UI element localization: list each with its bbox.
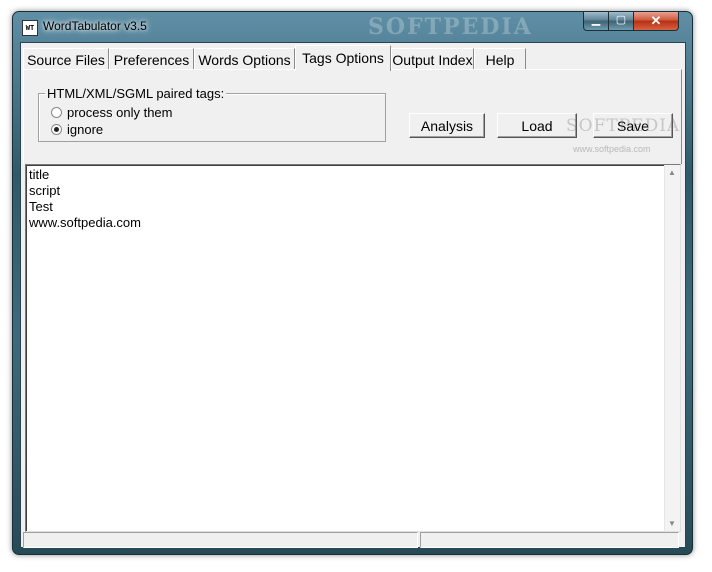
close-button[interactable]: ✕ bbox=[633, 12, 679, 31]
radio-label: process only them bbox=[67, 105, 173, 120]
status-panel-left bbox=[23, 532, 418, 548]
load-button[interactable]: Load bbox=[497, 113, 577, 138]
list-item[interactable]: title bbox=[29, 167, 49, 182]
scroll-down-arrow-icon[interactable]: ▼ bbox=[668, 519, 676, 528]
tag-list-box[interactable]: title script Test www.softpedia.com ▲ ▼ bbox=[25, 164, 681, 532]
radio-indicator-selected[interactable] bbox=[51, 124, 62, 136]
status-bar bbox=[23, 532, 680, 550]
title-bar[interactable]: WT WordTabulator v3.5 SOFTPEDIA ▁ ▢ ✕ bbox=[13, 12, 692, 42]
save-button[interactable]: Save bbox=[593, 113, 673, 138]
client-area: Source Files Preferences Words Options T… bbox=[20, 42, 686, 548]
tab-tags-options[interactable]: Tags Options bbox=[295, 45, 391, 71]
app-icon[interactable]: WT bbox=[22, 20, 38, 36]
tab-preferences[interactable]: Preferences bbox=[109, 48, 194, 70]
radio-process-only-them[interactable]: process only them bbox=[51, 105, 173, 120]
window-title: WordTabulator v3.5 bbox=[43, 19, 147, 33]
app-window: WT WordTabulator v3.5 SOFTPEDIA ▁ ▢ ✕ So… bbox=[12, 11, 693, 555]
analysis-button[interactable]: Analysis bbox=[409, 113, 485, 138]
paired-tags-group: HTML/XML/SGML paired tags: process only … bbox=[38, 86, 386, 142]
list-item[interactable]: script bbox=[29, 183, 60, 198]
radio-indicator[interactable] bbox=[51, 107, 62, 119]
tab-words-options[interactable]: Words Options bbox=[194, 48, 295, 70]
tab-output-index[interactable]: Output Index bbox=[391, 48, 474, 70]
list-item[interactable]: Test bbox=[29, 199, 53, 214]
maximize-button[interactable]: ▢ bbox=[608, 12, 634, 31]
tab-help[interactable]: Help bbox=[474, 48, 526, 70]
status-panel-right bbox=[420, 532, 679, 548]
tab-source-files[interactable]: Source Files bbox=[23, 48, 109, 70]
title-watermark: SOFTPEDIA bbox=[368, 14, 533, 40]
group-legend: HTML/XML/SGML paired tags: bbox=[45, 86, 227, 101]
radio-ignore[interactable]: ignore bbox=[51, 122, 103, 137]
scroll-up-arrow-icon[interactable]: ▲ bbox=[668, 168, 676, 177]
vertical-scrollbar[interactable]: ▲ ▼ bbox=[664, 165, 680, 531]
radio-label: ignore bbox=[67, 122, 104, 137]
minimize-button[interactable]: ▁ bbox=[583, 12, 609, 31]
list-item[interactable]: www.softpedia.com bbox=[29, 215, 141, 230]
